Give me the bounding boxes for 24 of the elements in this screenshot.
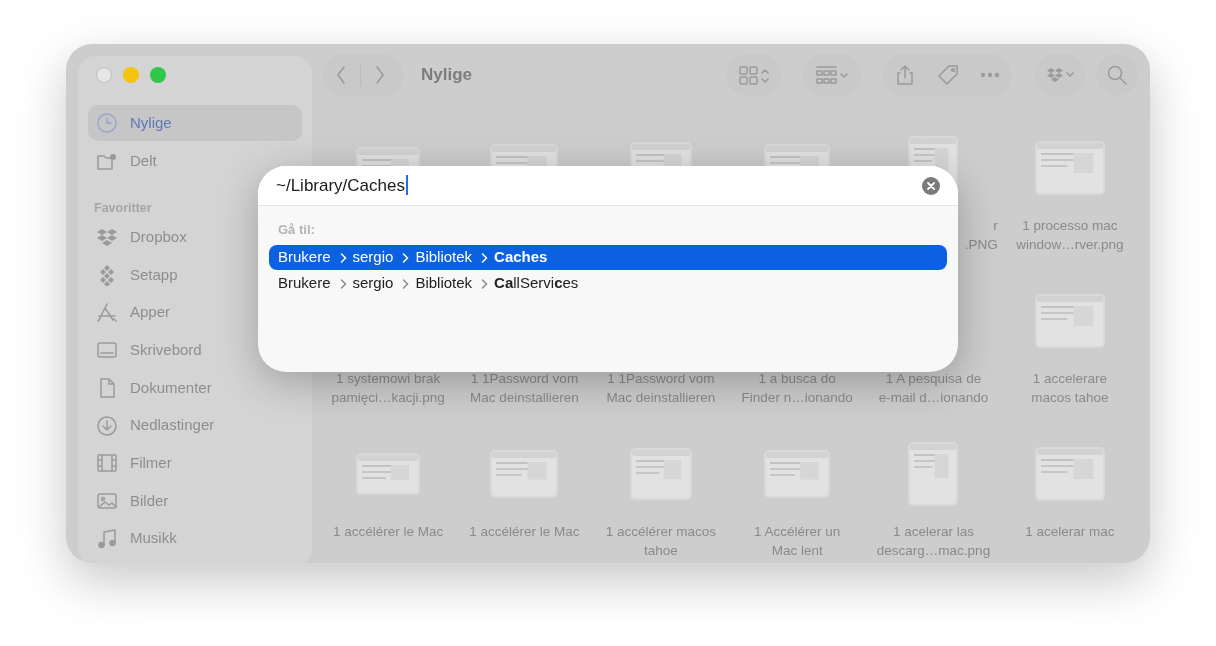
file-name: 1 Accélérer un Mac lent bbox=[753, 523, 842, 560]
folder-name: Caches bbox=[494, 247, 548, 268]
file-name: 1 1Password vom Mac deinstallieren bbox=[605, 370, 717, 407]
file-name: 1 a busca do Finder n…ionando bbox=[740, 370, 854, 407]
file-name: 1 accelerare macos tahoe bbox=[1030, 370, 1110, 407]
folder-name: sergio bbox=[352, 247, 394, 268]
section-header: Gå til: bbox=[278, 221, 316, 239]
file-name: r .PNG bbox=[963, 217, 999, 254]
folder-name: sergio bbox=[352, 273, 394, 294]
folder-name: Brukere bbox=[278, 273, 331, 294]
file-name: 1 systemowi brak pamięci…kacji.png bbox=[330, 370, 446, 407]
folder-title: Nylige bbox=[421, 64, 473, 87]
file-name: 1 accélérer le Mac bbox=[332, 523, 445, 541]
folder-name: Bibliotek bbox=[415, 273, 473, 294]
file-name: 1 accélérer le Mac bbox=[468, 523, 581, 541]
file-name: 1 accélérer macos tahoe bbox=[604, 523, 717, 560]
file-name: 1 A pesquisa de e-mail d…ionando bbox=[877, 370, 990, 407]
file-name: 1 1Password vom Mac deinstallieren bbox=[469, 370, 580, 407]
folder-name: Bibliotek bbox=[415, 247, 473, 268]
file-name: 1 acelerar mac bbox=[1024, 523, 1116, 541]
folder-name: Brukere bbox=[278, 247, 331, 268]
file-name: 1 processo mac window…rver.png bbox=[1015, 217, 1125, 254]
folder-name: CallServices bbox=[494, 273, 579, 294]
file-name: 1 acelerar las descarg…mac.png bbox=[875, 523, 992, 560]
